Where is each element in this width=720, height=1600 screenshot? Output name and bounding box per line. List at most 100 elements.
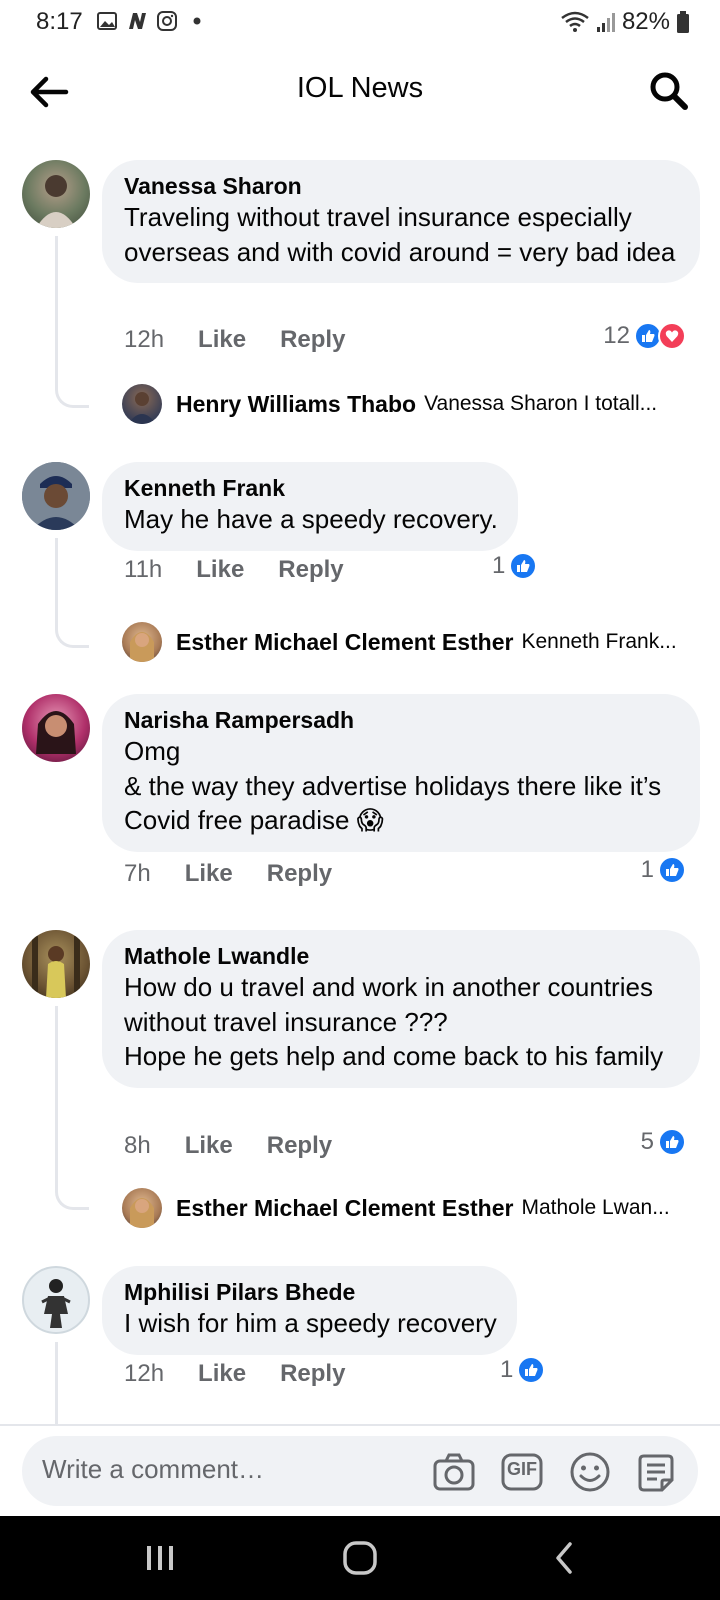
reply-author[interactable]: Esther Michael Clement Esther xyxy=(176,629,513,656)
reply-button[interactable]: Reply xyxy=(278,556,343,584)
battery-icon xyxy=(677,11,689,33)
reply-avatar[interactable] xyxy=(122,384,162,424)
reaction-summary[interactable]: 12 xyxy=(603,322,686,350)
thread-connector xyxy=(55,236,89,408)
like-button[interactable]: Like xyxy=(196,556,244,584)
reaction-count: 1 xyxy=(500,1356,514,1383)
avatar[interactable] xyxy=(22,160,90,228)
like-button[interactable]: Like xyxy=(185,860,233,888)
gif-label: GIF xyxy=(507,1459,537,1479)
comment-actions: 8h Like Reply xyxy=(124,1132,366,1160)
reaction-count: 1 xyxy=(640,856,654,883)
reply-author[interactable]: Henry Williams Thabo xyxy=(176,391,416,418)
thread-connector xyxy=(55,1342,89,1424)
avatar[interactable] xyxy=(22,930,90,998)
comment-item: Vanessa Sharon Traveling without travel … xyxy=(0,160,720,440)
avatar[interactable] xyxy=(22,1266,90,1334)
comment-author[interactable]: Mathole Lwandle xyxy=(124,942,680,970)
sticker-icon[interactable] xyxy=(634,1450,678,1494)
comment-text: I wish for him a speedy recovery xyxy=(124,1308,497,1338)
reply-button[interactable]: Reply xyxy=(267,1132,332,1160)
status-bar: 8:17 82% xyxy=(0,0,720,48)
avatar[interactable] xyxy=(22,462,90,530)
composer-divider xyxy=(0,1424,720,1426)
comment-time[interactable]: 7h xyxy=(124,860,151,888)
reply-preview[interactable]: Henry Williams Thabo Vanessa Sharon I to… xyxy=(122,384,657,424)
comment-input[interactable]: Write a comment… xyxy=(42,1454,264,1485)
emoji-icon[interactable] xyxy=(568,1450,612,1494)
reaction-count: 12 xyxy=(603,322,630,349)
comment-bubble[interactable]: Mphilisi Pilars Bhede I wish for him a s… xyxy=(102,1266,517,1355)
reply-button[interactable]: Reply xyxy=(267,860,332,888)
comment-text: How do u travel and work in another coun… xyxy=(124,972,664,1071)
comment-author[interactable]: Mphilisi Pilars Bhede xyxy=(124,1278,497,1306)
like-icon xyxy=(658,1128,686,1156)
instagram-icon xyxy=(157,11,177,31)
reaction-summary[interactable]: 1 xyxy=(500,1356,546,1384)
reply-button[interactable]: Reply xyxy=(280,1360,345,1388)
signal-icon xyxy=(596,13,615,32)
reaction-summary[interactable]: 1 xyxy=(641,856,686,884)
status-time: 8:17 xyxy=(36,8,83,35)
comment-time[interactable]: 11h xyxy=(124,556,162,584)
like-button[interactable]: Like xyxy=(198,1360,246,1388)
reply-avatar[interactable] xyxy=(122,1188,162,1228)
like-icon xyxy=(517,1356,546,1384)
thread-connector xyxy=(55,538,89,648)
comment-text: Omg & the way they advertise holidays th… xyxy=(124,736,662,835)
reply-preview[interactable]: Esther Michael Clement Esther Mathole Lw… xyxy=(122,1188,670,1228)
gallery-icon xyxy=(97,12,117,30)
reply-text: Mathole Lwan... xyxy=(521,1196,670,1219)
dot-icon xyxy=(193,17,201,25)
comment-bubble[interactable]: Narisha Rampersadh Omg & the way they ad… xyxy=(102,694,700,852)
comment-item: Mathole Lwandle How do u travel and work… xyxy=(0,930,720,1230)
system-status: 82% xyxy=(560,8,690,36)
reply-button[interactable]: Reply xyxy=(280,326,345,354)
gif-icon[interactable]: GIF xyxy=(500,1450,544,1494)
comment-bubble[interactable]: Mathole Lwandle How do u travel and work… xyxy=(102,930,700,1088)
comment-time[interactable]: 8h xyxy=(124,1132,151,1160)
like-icon xyxy=(658,856,686,884)
comment-bubble[interactable]: Vanessa Sharon Traveling without travel … xyxy=(102,160,700,283)
reaction-count: 1 xyxy=(492,552,506,579)
back-nav-icon[interactable] xyxy=(544,1538,588,1578)
comment-time[interactable]: 12h xyxy=(124,1360,164,1388)
comment-item: Narisha Rampersadh Omg & the way they ad… xyxy=(0,694,720,894)
comment-actions: 12h Like Reply xyxy=(124,1360,379,1388)
reaction-count: 5 xyxy=(640,1128,654,1155)
reply-avatar[interactable] xyxy=(122,622,162,662)
system-navigation-bar xyxy=(0,1516,720,1600)
avatar[interactable] xyxy=(22,694,90,762)
comment-actions: 7h Like Reply xyxy=(124,860,366,888)
love-icon xyxy=(658,322,686,350)
reply-preview[interactable]: Esther Michael Clement Esther Kenneth Fr… xyxy=(122,622,677,662)
comment-text: Traveling without travel insurance espec… xyxy=(124,202,676,267)
comment-author[interactable]: Narisha Rampersadh xyxy=(124,706,680,734)
reaction-summary[interactable]: 5 xyxy=(641,1128,686,1156)
comment-text: May he have a speedy recovery. xyxy=(124,504,498,534)
comment-time[interactable]: 12h xyxy=(124,326,164,354)
like-button[interactable]: Like xyxy=(185,1132,233,1160)
comment-author[interactable]: Kenneth Frank xyxy=(124,474,498,502)
comment-author[interactable]: Vanessa Sharon xyxy=(124,172,680,200)
news-app-icon xyxy=(129,13,146,29)
comment-actions: 11h Like Reply xyxy=(124,556,378,584)
comment-actions: 12h Like Reply xyxy=(124,326,379,354)
like-button[interactable]: Like xyxy=(198,326,246,354)
like-icon xyxy=(509,552,538,580)
comment-bubble[interactable]: Kenneth Frank May he have a speedy recov… xyxy=(102,462,518,551)
notification-icons xyxy=(96,10,208,32)
search-icon[interactable] xyxy=(648,70,690,112)
recent-apps-icon[interactable] xyxy=(138,1538,182,1578)
comment-item: Kenneth Frank May he have a speedy recov… xyxy=(0,462,720,662)
reply-author[interactable]: Esther Michael Clement Esther xyxy=(176,1195,513,1222)
top-app-bar: IOL News xyxy=(0,48,720,136)
wifi-icon xyxy=(561,11,589,32)
reply-text: Vanessa Sharon I totall... xyxy=(424,392,658,415)
home-icon[interactable] xyxy=(338,1538,382,1578)
camera-icon[interactable] xyxy=(432,1450,476,1494)
reply-text: Kenneth Frank... xyxy=(521,630,677,653)
comment-composer[interactable]: Write a comment… GIF xyxy=(22,1436,698,1506)
battery-percent: 82% xyxy=(621,8,670,35)
reaction-summary[interactable]: 1 xyxy=(492,552,538,580)
